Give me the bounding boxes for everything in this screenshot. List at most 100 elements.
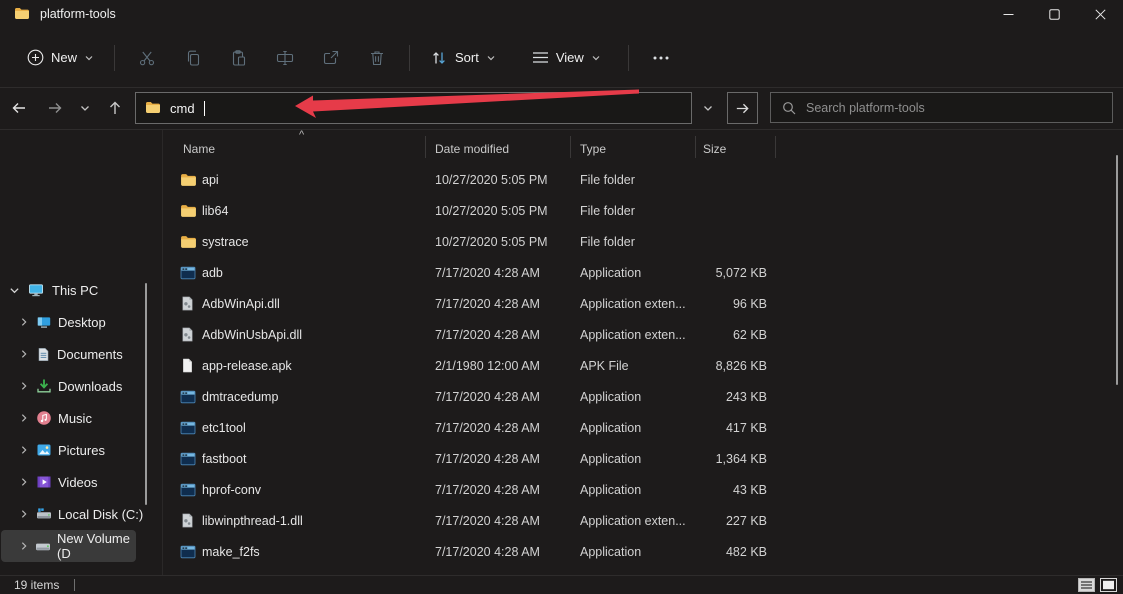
- file-size: 62 KB: [691, 328, 767, 342]
- details-view-toggle[interactable]: [1077, 577, 1096, 593]
- file-name: api: [202, 173, 219, 187]
- chevron-right-icon[interactable]: [16, 509, 32, 519]
- local-disk-icon: [36, 506, 52, 522]
- sidebar-item-new-volume-d[interactable]: New Volume (D: [1, 530, 136, 562]
- column-header-name[interactable]: Name: [183, 142, 215, 156]
- pictures-icon: [36, 442, 52, 458]
- folder-icon: [180, 203, 197, 220]
- file-row[interactable]: lib6410/27/2020 5:05 PMFile folder: [163, 196, 1123, 227]
- sort-button[interactable]: Sort: [419, 39, 507, 77]
- view-button[interactable]: View: [521, 39, 612, 77]
- file-row[interactable]: AdbWinApi.dll7/17/2020 4:28 AMApplicatio…: [163, 289, 1123, 320]
- chevron-right-icon[interactable]: [16, 477, 32, 487]
- sidebar-scrollbar[interactable]: [145, 283, 147, 505]
- sidebar-item-this-pc[interactable]: This PC: [0, 274, 162, 306]
- more-options-button[interactable]: [638, 39, 684, 77]
- chevron-right-icon[interactable]: [17, 541, 31, 551]
- minimize-button[interactable]: [985, 0, 1031, 28]
- sidebar-item-local-disk-c[interactable]: Local Disk (C:): [0, 498, 162, 530]
- copy-button[interactable]: [170, 39, 216, 77]
- sidebar-item-videos[interactable]: Videos: [0, 466, 162, 498]
- file-row[interactable]: fastboot7/17/2020 4:28 AMApplication1,36…: [163, 444, 1123, 475]
- file-date-modified: 7/17/2020 4:28 AM: [435, 483, 540, 497]
- folder-icon: [145, 100, 161, 116]
- file-date-modified: 7/17/2020 4:28 AM: [435, 514, 540, 528]
- file-date-modified: 7/17/2020 4:28 AM: [435, 452, 540, 466]
- go-to-button[interactable]: [727, 92, 758, 124]
- new-button-label: New: [51, 50, 77, 65]
- file-row[interactable]: make_f2fs7/17/2020 4:28 AMApplication482…: [163, 537, 1123, 568]
- up-button[interactable]: [100, 93, 130, 123]
- file-size: 417 KB: [691, 421, 767, 435]
- file-row[interactable]: hprof-conv7/17/2020 4:28 AMApplication43…: [163, 475, 1123, 506]
- close-button[interactable]: [1077, 0, 1123, 28]
- delete-button[interactable]: [354, 39, 400, 77]
- search-box: [770, 92, 1113, 123]
- file-row[interactable]: api10/27/2020 5:05 PMFile folder: [163, 165, 1123, 196]
- sidebar-item-desktop[interactable]: Desktop: [0, 306, 162, 338]
- file-list-pane: Name ^ Date modified Type Size api10/27/…: [163, 130, 1123, 575]
- sidebar-item-label: Local Disk (C:): [58, 507, 143, 522]
- file-date-modified: 7/17/2020 4:28 AM: [435, 421, 540, 435]
- address-bar[interactable]: cmd: [135, 92, 692, 124]
- rename-button[interactable]: [262, 39, 308, 77]
- file-row[interactable]: adb7/17/2020 4:28 AMApplication5,072 KB: [163, 258, 1123, 289]
- file-list-scrollbar[interactable]: [1116, 155, 1118, 385]
- file-row[interactable]: app-release.apk2/1/1980 12:00 AMAPK File…: [163, 351, 1123, 382]
- application-icon: [180, 451, 196, 467]
- chevron-right-icon[interactable]: [16, 381, 32, 391]
- sidebar-item-music[interactable]: Music: [0, 402, 162, 434]
- sidebar-item-label: Documents: [57, 347, 123, 362]
- sidebar-item-downloads[interactable]: Downloads: [0, 370, 162, 402]
- dll-icon: [180, 296, 195, 311]
- music-icon: [36, 410, 52, 426]
- column-header-date-modified[interactable]: Date modified: [435, 142, 509, 156]
- cut-button[interactable]: [124, 39, 170, 77]
- paste-button[interactable]: [216, 39, 262, 77]
- documents-icon: [36, 347, 51, 362]
- folder-icon: [180, 234, 197, 251]
- file-size: 227 KB: [691, 514, 767, 528]
- address-dropdown-chevron[interactable]: [693, 92, 723, 124]
- address-input-text[interactable]: cmd: [170, 101, 195, 116]
- file-row[interactable]: systrace10/27/2020 5:05 PMFile folder: [163, 227, 1123, 258]
- search-input[interactable]: [806, 101, 1101, 115]
- navigation-bar: cmd: [0, 88, 1123, 129]
- column-separator[interactable]: [425, 136, 426, 158]
- file-size: 243 KB: [691, 390, 767, 404]
- forward-button[interactable]: [40, 93, 70, 123]
- file-row[interactable]: dmtracedump7/17/2020 4:28 AMApplication2…: [163, 382, 1123, 413]
- column-separator[interactable]: [695, 136, 696, 158]
- toolbar-separator: [409, 45, 410, 71]
- column-header-size[interactable]: Size: [703, 142, 726, 156]
- sidebar-item-documents[interactable]: Documents: [0, 338, 162, 370]
- maximize-button[interactable]: [1031, 0, 1077, 28]
- paste-icon: [230, 49, 248, 67]
- recent-locations-chevron[interactable]: [70, 93, 100, 123]
- this-pc-icon: [28, 282, 44, 298]
- file-row[interactable]: AdbWinUsbApi.dll7/17/2020 4:28 AMApplica…: [163, 320, 1123, 351]
- chevron-down-icon[interactable]: [6, 285, 22, 296]
- status-bar: 19 items: [0, 575, 1123, 594]
- drive-icon: [35, 538, 51, 554]
- sidebar-item-label: Desktop: [58, 315, 106, 330]
- back-button[interactable]: [4, 93, 34, 123]
- dll-icon: [180, 513, 195, 528]
- column-separator[interactable]: [775, 136, 776, 158]
- toolbar-separator: [114, 45, 115, 71]
- chevron-down-icon: [486, 53, 496, 63]
- chevron-right-icon[interactable]: [16, 413, 32, 423]
- share-button[interactable]: [308, 39, 354, 77]
- column-header-type[interactable]: Type: [580, 142, 606, 156]
- thumbnail-view-toggle[interactable]: [1099, 577, 1118, 593]
- new-button[interactable]: New: [16, 39, 105, 77]
- file-row[interactable]: etc1tool7/17/2020 4:28 AMApplication417 …: [163, 413, 1123, 444]
- chevron-right-icon[interactable]: [16, 349, 32, 359]
- file-type: Application: [580, 545, 641, 559]
- file-row[interactable]: libwinpthread-1.dll7/17/2020 4:28 AMAppl…: [163, 506, 1123, 537]
- chevron-right-icon[interactable]: [16, 445, 32, 455]
- column-separator[interactable]: [570, 136, 571, 158]
- file-date-modified: 10/27/2020 5:05 PM: [435, 235, 548, 249]
- sidebar-item-pictures[interactable]: Pictures: [0, 434, 162, 466]
- chevron-right-icon[interactable]: [16, 317, 32, 327]
